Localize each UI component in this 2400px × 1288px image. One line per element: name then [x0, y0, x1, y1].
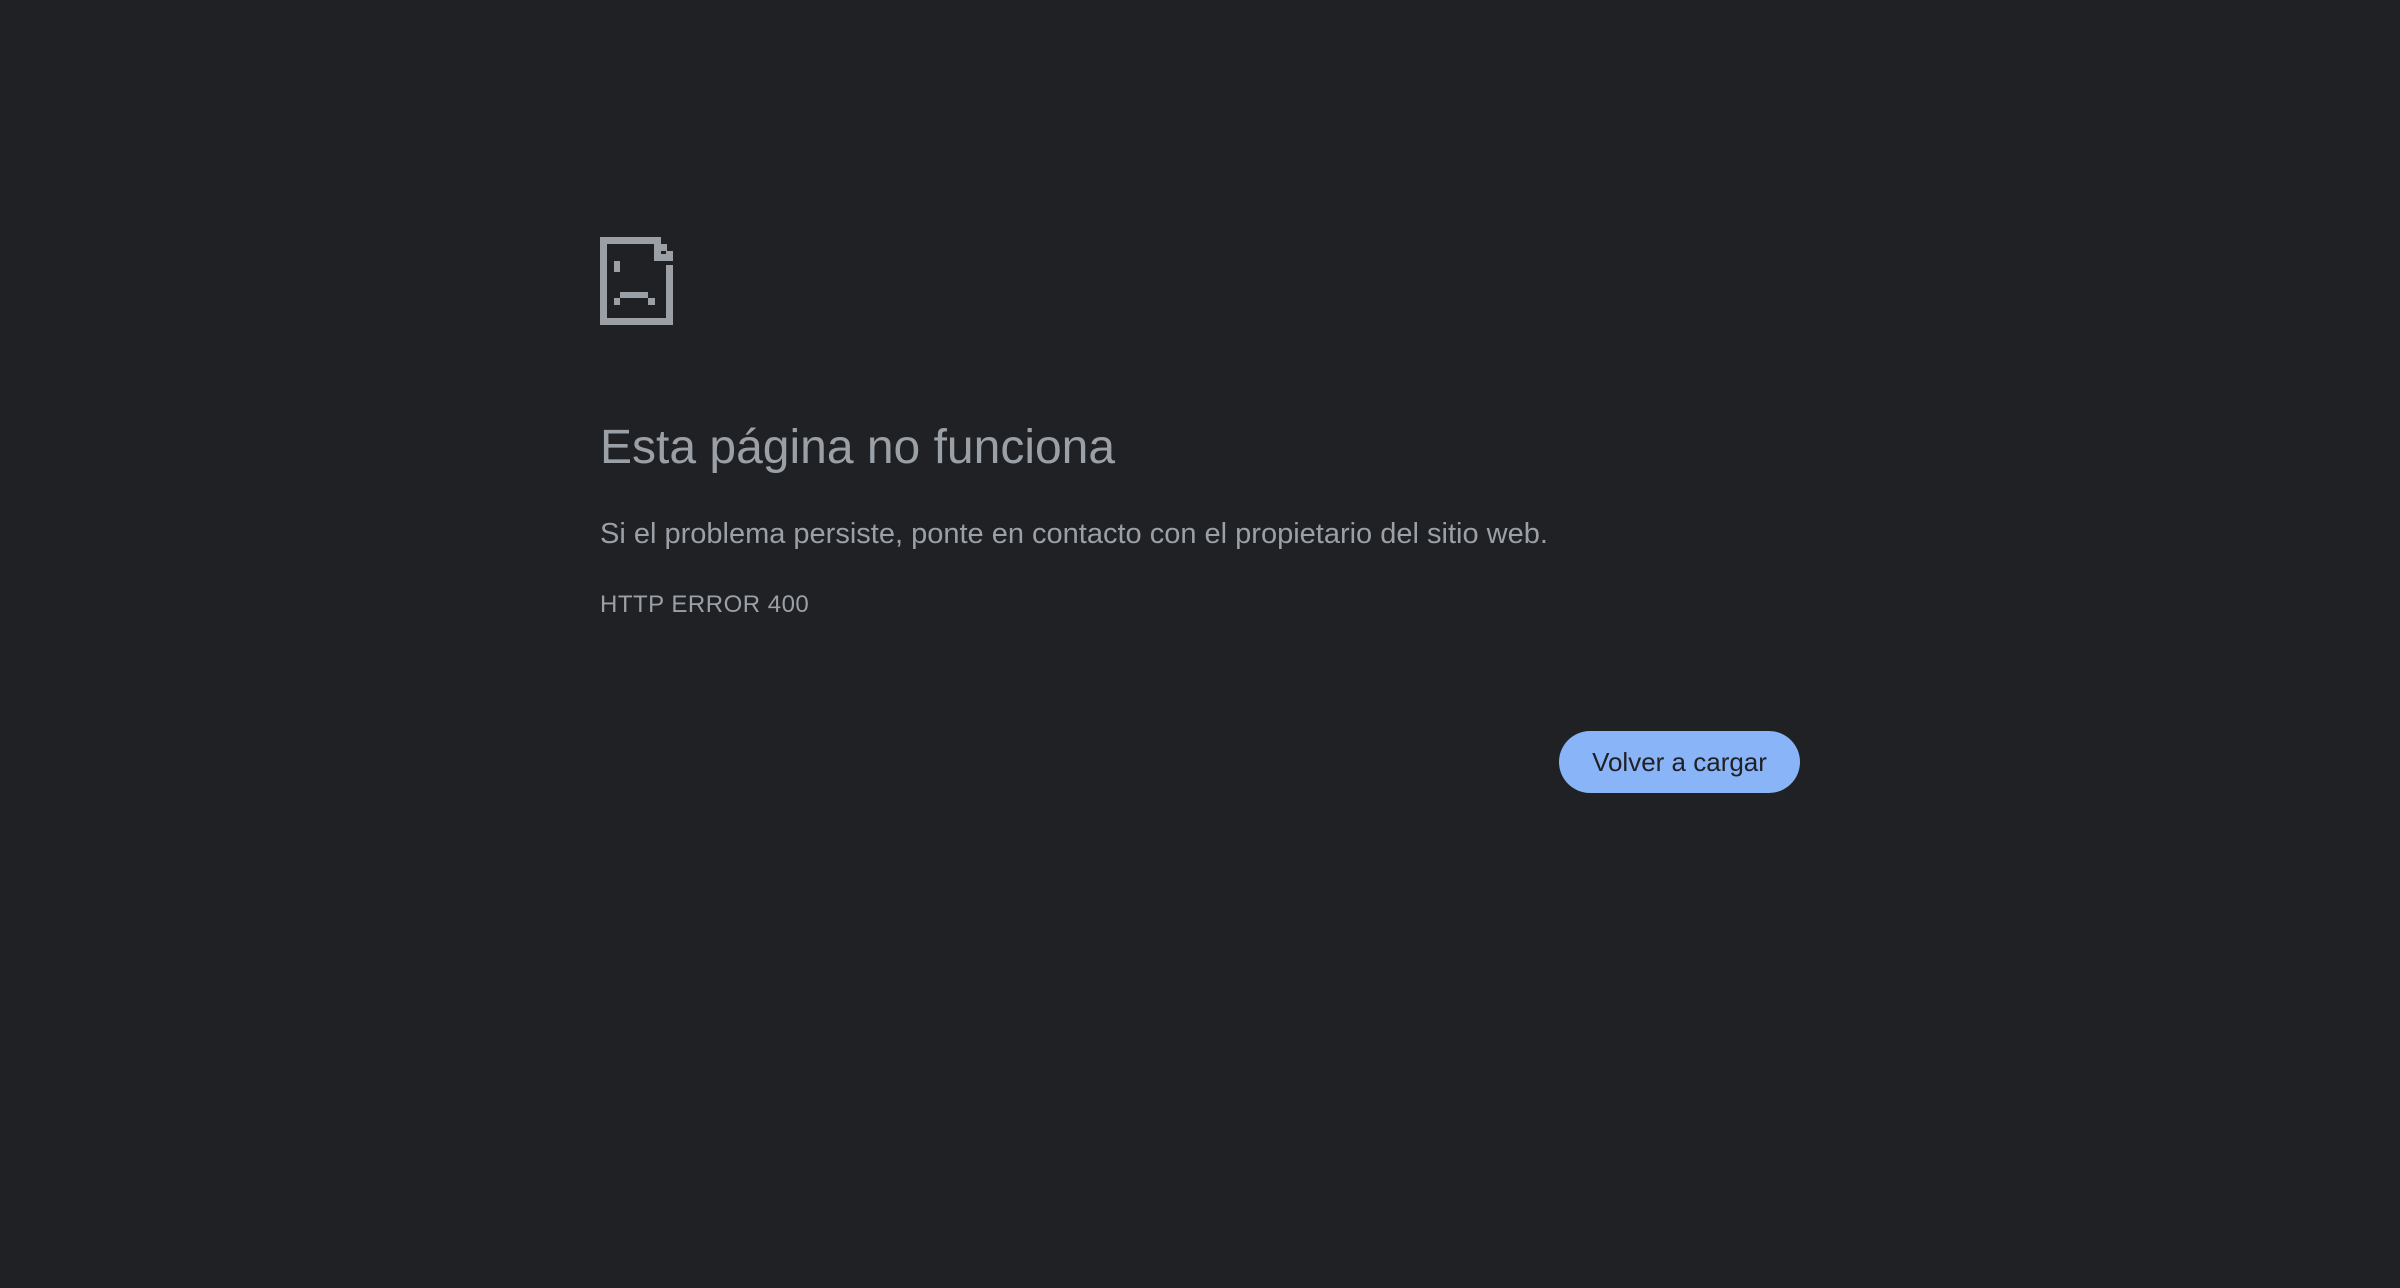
- error-page: Esta página no funciona Si el problema p…: [0, 0, 2400, 1288]
- reload-button[interactable]: Volver a cargar: [1559, 731, 1800, 793]
- page-title: Esta página no funciona: [600, 421, 1116, 474]
- error-message: Si el problema persiste, ponte en contac…: [600, 518, 1548, 550]
- error-code: HTTP ERROR 400: [600, 591, 810, 618]
- sad-document-icon: [600, 237, 673, 325]
